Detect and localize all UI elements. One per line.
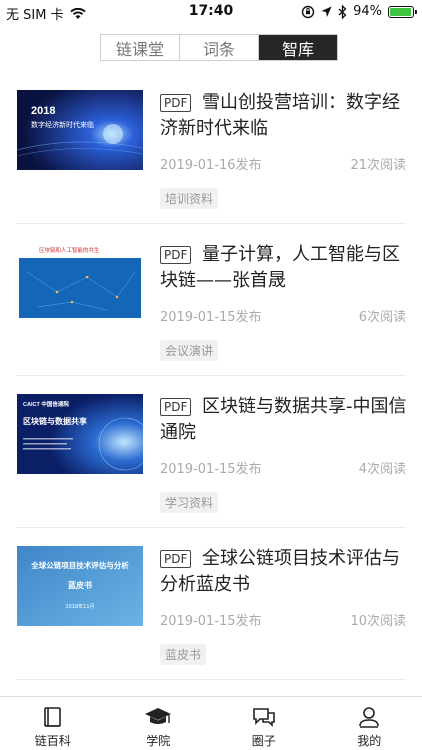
read-count: 6次阅读 — [358, 310, 406, 325]
tab-circle[interactable]: 圈子 — [211, 697, 317, 750]
thumb-text-title: 全球公链项目技术评估与分析 — [30, 560, 129, 570]
read-count: 4次阅读 — [358, 462, 406, 477]
status-bar: 无 SIM 卡 17:40 94% — [0, 0, 422, 24]
location-icon — [321, 6, 332, 17]
segment-tab-lesson[interactable]: 链课堂 — [101, 35, 180, 60]
tab-mine[interactable]: 我的 — [317, 697, 422, 750]
battery-icon — [388, 5, 417, 18]
chat-bubbles-icon — [251, 704, 277, 730]
publish-date: 2019-01-16发布 — [160, 158, 262, 173]
publish-date: 2019-01-15发布 — [160, 462, 262, 477]
read-count: 21次阅读 — [350, 158, 406, 173]
thumb-text-date: 2018年11月 — [65, 603, 94, 610]
battery-percent: 94% — [353, 4, 382, 19]
item-title[interactable]: 雪山创投营培训：数字经济新时代来临 — [160, 90, 408, 142]
thumbnail-image: 2018 数字经济新时代来临 — [17, 90, 143, 170]
thumb-text-title: 区块链和人工智能的共生 — [39, 246, 100, 254]
book-icon — [41, 704, 65, 730]
segmented-control: 链课堂 词条 智库 — [100, 34, 338, 61]
category-tag[interactable]: 培训资料 — [160, 188, 219, 209]
segment-tab-think-tank[interactable]: 智库 — [259, 35, 337, 60]
thumbnail-image: 全球公链项目技术评估与分析 蓝皮书 2018年11月 — [17, 546, 143, 626]
tab-academy[interactable]: 学院 — [106, 697, 212, 750]
tab-encyclopedia[interactable]: 链百科 — [0, 697, 106, 750]
publish-date: 2019-01-15发布 — [160, 310, 262, 325]
thumb-text-title: 区块链与数据共享 — [23, 416, 87, 426]
category-tag[interactable]: 蓝皮书 — [160, 644, 207, 665]
graduation-cap-icon — [144, 704, 172, 730]
item-title[interactable]: 区块链与数据共享-中国信通院 — [160, 394, 408, 446]
tab-label: 我的 — [357, 734, 382, 748]
item-title[interactable]: 量子计算，人工智能与区块链——张首晟 — [160, 242, 408, 294]
item-title[interactable]: 全球公链项目技术评估与分析蓝皮书 — [160, 546, 408, 598]
list-item[interactable]: 全球公链项目技术评估与分析 蓝皮书 2018年11月 PDF 全球公链项目技术评… — [16, 528, 406, 680]
list-item[interactable]: 区块链和人工智能的共生 PDF 量子计算，人工智能与区块链——张首晟 2019-… — [16, 224, 406, 376]
segment-tab-entries[interactable]: 词条 — [180, 35, 259, 60]
publish-date: 2019-01-15发布 — [160, 614, 262, 629]
bottom-tab-bar: 链百科 学院 圈子 我的 — [0, 696, 422, 750]
tab-label: 学院 — [146, 734, 171, 748]
document-list: 2018 数字经济新时代来临 PDF 雪山创投营培训：数字经济新时代来临 201… — [0, 72, 422, 680]
battery-fill — [390, 7, 411, 16]
user-icon — [357, 704, 381, 730]
orientation-lock-icon — [301, 5, 315, 18]
thumb-text-year: 2018 — [31, 105, 55, 117]
thumb-text-subtitle: 数字经济新时代来临 — [31, 120, 94, 129]
bluetooth-icon — [338, 4, 347, 19]
thumbnail-image: 区块链和人工智能的共生 — [17, 242, 143, 322]
thumb-text-subtitle: 蓝皮书 — [68, 580, 92, 590]
category-tag[interactable]: 学习资料 — [160, 492, 219, 513]
thumb-text-org: CAICT 中国信通院 — [23, 400, 69, 408]
list-item[interactable]: 2018 数字经济新时代来临 PDF 雪山创投营培训：数字经济新时代来临 201… — [16, 72, 406, 224]
category-tag[interactable]: 会议演讲 — [160, 340, 219, 361]
tab-label: 圈子 — [251, 734, 276, 748]
status-right: 94% — [301, 4, 417, 19]
read-count: 10次阅读 — [350, 614, 406, 629]
list-item[interactable]: CAICT 中国信通院 区块链与数据共享 PDF 区块链与数据共享-中国信通院 … — [16, 376, 408, 528]
thumbnail-image: CAICT 中国信通院 区块链与数据共享 — [17, 394, 143, 474]
tab-label: 链百科 — [34, 734, 71, 748]
